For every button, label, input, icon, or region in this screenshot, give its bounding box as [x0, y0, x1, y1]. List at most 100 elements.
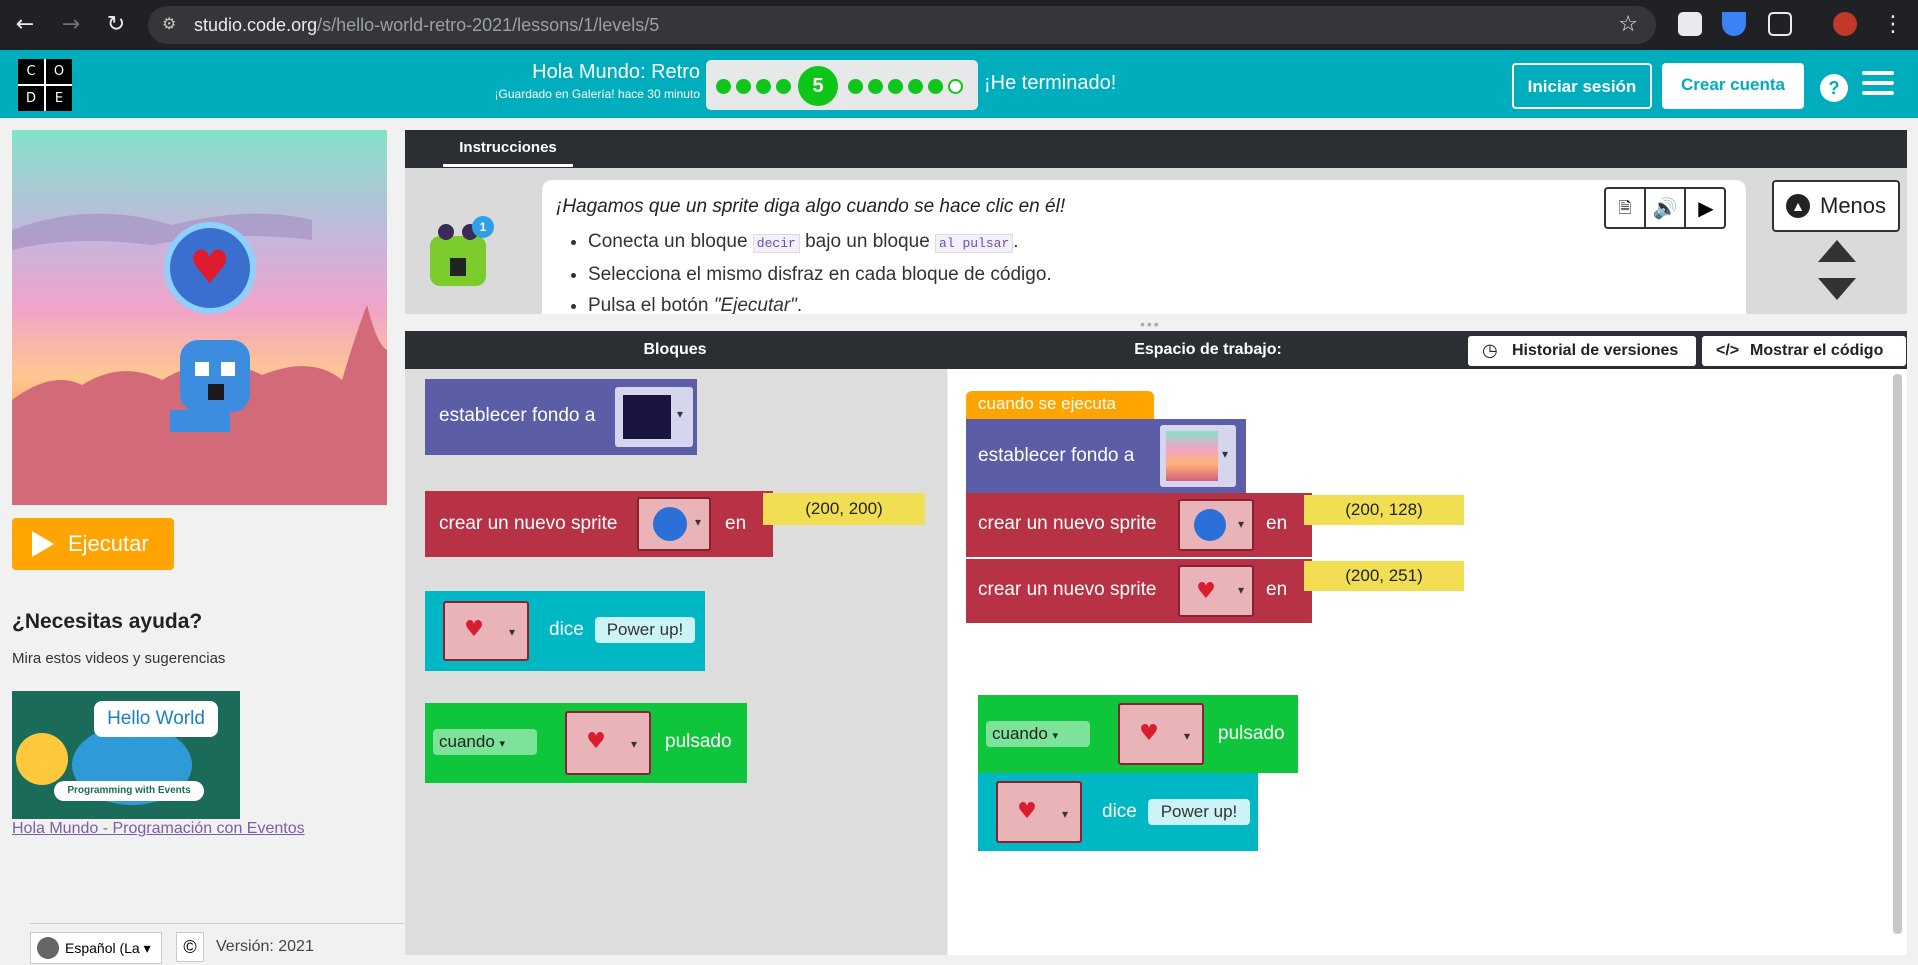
when-clicked-block[interactable]: cuando ▾ ♥ ▾ pulsado	[978, 695, 1298, 773]
make-sprite-block[interactable]: crear un nuevo sprite ♥ ▾ en	[966, 559, 1312, 623]
costume-dropdown[interactable]: ♥ ▾	[1118, 703, 1204, 765]
sprite-eye	[195, 362, 209, 376]
run-button[interactable]: Ejecutar	[12, 518, 174, 570]
costume-dropdown[interactable]: ▾	[637, 497, 711, 551]
set-background-block[interactable]: establecer fondo a ▾	[966, 419, 1246, 493]
say-text-input[interactable]: Power up!	[595, 617, 695, 643]
background-dropdown[interactable]: ▾	[1160, 425, 1236, 487]
code-chip: al pulsar	[935, 234, 1014, 253]
project-title: Hola Mundo: Retro	[532, 61, 700, 83]
level-dot[interactable]	[756, 79, 771, 94]
tune-icon[interactable]: ⚙	[162, 6, 176, 44]
sprite-says-block[interactable]: ♥ ▾ dice Power up!	[978, 773, 1258, 851]
copyright-button[interactable]: ©	[176, 932, 204, 962]
costume-dropdown[interactable]: ♥ ▾	[443, 601, 529, 661]
game-stage[interactable]: ♥	[12, 130, 387, 505]
video-link[interactable]: Hola Mundo - Programación con Eventos	[12, 820, 305, 838]
address-bar[interactable]: ⚙ studio.code.org/s/hello-world-retro-20…	[148, 6, 1656, 44]
hint-badge[interactable]: 1	[472, 216, 494, 238]
scroll-up-icon[interactable]	[1818, 240, 1856, 262]
back-icon[interactable]: ←	[12, 12, 38, 38]
when-clicked-block[interactable]: cuando ▾ ♥ ▾ pulsado	[425, 703, 747, 783]
puzzle-icon[interactable]	[1768, 12, 1792, 36]
make-sprite-block[interactable]: crear un nuevo sprite ▾ en	[966, 493, 1312, 557]
workspace-canvas[interactable]: cuando se ejecuta establecer fondo a ▾ c…	[948, 369, 1907, 955]
blue-sprite-icon[interactable]	[180, 340, 250, 412]
level-dot[interactable]	[868, 79, 883, 94]
code-icon: </>	[1716, 342, 1740, 359]
block-label: crear un nuevo sprite	[978, 579, 1157, 600]
costume-dropdown[interactable]: ♥ ▾	[565, 711, 651, 775]
block-label: cuando se ejecuta	[978, 394, 1116, 413]
workspace-scrollbar[interactable]	[1893, 374, 1902, 934]
instruction-emphasis: "Ejecutar"	[713, 295, 797, 314]
sprite-mouth	[208, 384, 224, 400]
resize-handle[interactable]: •••	[1140, 316, 1161, 332]
background-dropdown[interactable]: ▾	[615, 387, 693, 447]
instruction-text: Conecta un bloque	[588, 231, 748, 252]
video-thumbnail[interactable]: Hello World Programming with Events	[12, 691, 240, 819]
read-icon[interactable]: 🗎	[1606, 189, 1646, 227]
play-icon[interactable]: ▶	[1686, 189, 1726, 227]
show-code-button[interactable]: </> Mostrar el código	[1702, 336, 1906, 366]
instruction-item: Selecciona el mismo disfraz en cada bloq…	[588, 259, 1052, 290]
finished-link[interactable]: ¡He terminado!	[984, 72, 1116, 95]
when-run-block[interactable]: cuando se ejecuta	[966, 391, 1154, 419]
menu-icon[interactable]	[1862, 71, 1894, 97]
costume-dropdown[interactable]: ♥ ▾	[1178, 565, 1254, 617]
url-host: studio.code.org	[194, 15, 318, 35]
block-toolbox: establecer fondo a ▾ crear un nuevo spri…	[405, 369, 947, 955]
tab-instructions[interactable]: Instrucciones	[443, 131, 573, 167]
speaker-icon[interactable]: 🔊	[1646, 189, 1686, 227]
chevron-down-icon: ▾	[1184, 729, 1191, 743]
extension-icon[interactable]	[1678, 12, 1702, 36]
language-select[interactable]: Español (La ▾	[30, 932, 162, 964]
code-logo[interactable]: C O D E	[18, 59, 72, 111]
level-dot[interactable]	[948, 79, 963, 94]
level-dot[interactable]	[848, 79, 863, 94]
costume-dropdown[interactable]: ▾	[1178, 499, 1254, 551]
video-thumb-title: Hello World	[94, 701, 218, 737]
version-history-button[interactable]: ◷ Historial de versiones	[1468, 336, 1696, 366]
help-subtitle: Mira estos videos y sugerencias	[12, 650, 226, 667]
level-dot[interactable]	[908, 79, 923, 94]
sprite-says-block[interactable]: ♥ ▾ dice Power up!	[425, 591, 705, 671]
level-dot[interactable]	[888, 79, 903, 94]
forward-icon[interactable]: →	[58, 12, 84, 38]
level-dot[interactable]	[928, 79, 943, 94]
star-icon[interactable]: ☆	[1618, 6, 1638, 44]
chevron-down-icon: ▾	[1062, 807, 1069, 821]
costume-dropdown[interactable]: ♥ ▾	[996, 781, 1082, 843]
sprite-eye	[221, 362, 235, 376]
level-dot[interactable]	[776, 79, 791, 94]
instruction-text: .	[796, 295, 803, 314]
logo-letter: E	[46, 86, 72, 111]
make-sprite-block[interactable]: crear un nuevo sprite ▾ en	[425, 491, 773, 557]
reload-icon[interactable]: ↻	[103, 12, 129, 38]
collapse-instructions-button[interactable]: ▲ Menos	[1772, 180, 1900, 232]
say-text-input[interactable]: Power up!	[1148, 799, 1250, 825]
workspace-title: Espacio de trabajo:	[1134, 341, 1282, 358]
help-icon[interactable]: ?	[1820, 74, 1848, 102]
instructions-card: ¡Hagamos que un sprite diga algo cuando …	[542, 180, 1746, 314]
kebab-menu-icon[interactable]: ⋮	[1880, 12, 1906, 38]
event-dropdown[interactable]: cuando ▾	[433, 729, 537, 755]
event-dropdown[interactable]: cuando ▾	[986, 721, 1090, 747]
heart-sprite-icon: ♥	[464, 617, 484, 642]
location-block[interactable]: (200, 128)	[1304, 495, 1464, 525]
level-dot[interactable]	[736, 79, 751, 94]
shield-extension-icon[interactable]	[1722, 12, 1746, 36]
profile-avatar[interactable]	[1833, 12, 1857, 36]
event-label: cuando	[439, 732, 495, 751]
history-label: Historial de versiones	[1512, 342, 1679, 359]
location-block[interactable]: (200, 200)	[763, 493, 925, 525]
signin-button[interactable]: Iniciar sesión	[1512, 63, 1652, 109]
set-background-block[interactable]: establecer fondo a ▾	[425, 379, 697, 455]
background-thumb	[623, 395, 671, 439]
create-account-button[interactable]: Crear cuenta	[1662, 63, 1804, 109]
scroll-down-icon[interactable]	[1818, 278, 1856, 300]
current-level-dot[interactable]: 5	[798, 66, 838, 106]
level-dot[interactable]	[716, 79, 731, 94]
location-block[interactable]: (200, 251)	[1304, 561, 1464, 591]
instruction-text: .	[1013, 231, 1019, 252]
